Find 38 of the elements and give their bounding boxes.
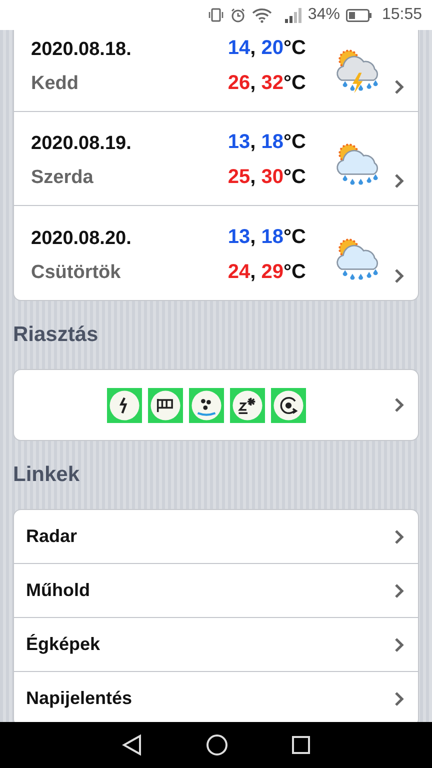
chevron-icon xyxy=(394,636,404,652)
chevron-icon xyxy=(394,582,404,598)
battery-percentage: 34% xyxy=(308,6,340,24)
home-icon[interactable] xyxy=(206,734,228,756)
forecast-row[interactable]: 2020.08.20. Csütörtök 13, 18°C 24, 29°C xyxy=(14,206,418,300)
forecast-weekday: Szerda xyxy=(31,167,94,189)
chevron-icon xyxy=(394,268,404,284)
clock-time: 15:55 xyxy=(382,6,422,24)
back-icon[interactable] xyxy=(122,734,142,756)
forecast-weekday: Csütörtök xyxy=(31,262,122,284)
forecast-row[interactable]: 2020.08.18. Kedd 14, 20°C 26, 32°C xyxy=(14,30,418,112)
forecast-date: 2020.08.20. xyxy=(31,228,132,250)
max-temperature: 25, 30°C xyxy=(228,166,306,189)
chevron-icon xyxy=(394,528,404,544)
chevron-icon xyxy=(394,397,404,413)
chevron-icon xyxy=(394,79,404,95)
alarm-icon xyxy=(230,7,246,23)
forecast-row[interactable]: 2020.08.19. Szerda 13, 18°C 25, 30°C xyxy=(14,112,418,206)
forecast-date: 2020.08.18. xyxy=(31,39,132,61)
vibrate-icon xyxy=(208,7,224,23)
signal-icon xyxy=(284,8,302,22)
chevron-icon xyxy=(394,690,404,706)
max-temperature: 24, 29°C xyxy=(228,261,306,284)
link-row[interactable]: Radar xyxy=(14,510,418,564)
link-row[interactable]: Műhold xyxy=(14,564,418,618)
forecast-date: 2020.08.19. xyxy=(31,133,132,155)
forecast-weekday: Kedd xyxy=(31,73,80,95)
recents-icon[interactable] xyxy=(292,736,310,754)
section-heading: Riasztás xyxy=(13,322,98,348)
chevron-icon xyxy=(394,173,404,189)
max-temperature: 26, 32°C xyxy=(228,72,306,95)
link-row[interactable]: Égképek xyxy=(14,618,418,672)
battery-icon xyxy=(346,8,372,22)
min-temperature: 13, 18°C xyxy=(228,226,306,249)
wifi-icon xyxy=(252,8,272,22)
min-temperature: 13, 18°C xyxy=(228,131,306,154)
min-temperature: 14, 20°C xyxy=(228,37,306,60)
section-heading: Linkek xyxy=(13,462,80,488)
